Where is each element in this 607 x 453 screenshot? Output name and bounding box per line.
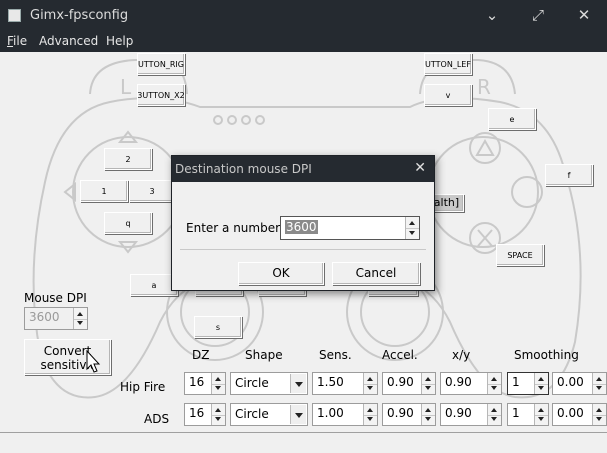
col-accel: Accel. — [382, 348, 418, 362]
hip-smooth1-spinbox[interactable]: 1 — [507, 372, 549, 395]
ads-dz-spinbox[interactable]: 16 — [184, 403, 226, 426]
col-shape: Shape — [245, 348, 283, 362]
dpad-left-button[interactable]: 1 — [80, 180, 128, 202]
dialog-prompt: Enter a number: — [186, 221, 284, 235]
ads-xy-spinbox[interactable]: 0.90 — [440, 403, 502, 426]
status-bar — [0, 432, 607, 453]
triangle-button[interactable]: e — [488, 108, 536, 130]
dpad-down-button[interactable]: q — [104, 212, 152, 234]
menu-bar: File Advanced Help — [0, 31, 607, 52]
chevron-down-icon — [290, 405, 306, 424]
close-icon[interactable]: ✕ — [573, 5, 595, 25]
hip-accel-spinbox[interactable]: 0.90 — [382, 372, 436, 395]
menu-file[interactable]: File — [7, 34, 27, 48]
row-label-hip-fire: Hip Fire — [120, 380, 166, 394]
hip-dz-spinbox[interactable]: 16 — [184, 372, 226, 395]
col-sens: Sens. — [319, 348, 352, 362]
hip-sens-spinbox[interactable]: 1.50 — [312, 372, 378, 395]
col-dz: DZ — [192, 348, 210, 362]
cross-button[interactable]: SPACE — [496, 244, 544, 266]
circle-button[interactable]: f — [545, 164, 593, 186]
col-smoothing: Smoothing — [514, 348, 579, 362]
mouse-dpi-label: Mouse DPI — [24, 291, 87, 305]
dialog-title-bar: Destination mouse DPI ✕ — [172, 156, 434, 182]
hip-shape-select[interactable]: Circle — [230, 372, 308, 395]
window-title: Gimx-fpsconfig — [30, 8, 129, 23]
hip-smooth2-spinbox[interactable]: 0.00 — [552, 372, 607, 395]
ads-sens-spinbox[interactable]: 1.00 — [312, 403, 378, 426]
minimize-icon[interactable]: ⌄ — [481, 5, 503, 25]
r2-button[interactable]: 3UTTON_X2 — [137, 84, 185, 106]
dialog-divider — [180, 249, 426, 250]
svg-text:R: R — [477, 75, 491, 99]
mouse-dpi-spinbox[interactable]: 3600 — [24, 307, 88, 330]
ads-accel-spinbox[interactable]: 0.90 — [382, 403, 436, 426]
mouse-cursor-icon — [86, 350, 101, 373]
r3-button[interactable]: s — [194, 316, 242, 338]
maximize-icon[interactable]: ⤢ — [527, 5, 549, 25]
dialog-number-input[interactable]: 3600 — [280, 216, 420, 240]
l2-button[interactable]: v — [424, 84, 472, 106]
ads-smooth1-spinbox[interactable]: 1 — [507, 403, 549, 426]
menu-advanced[interactable]: Advanced — [39, 34, 98, 48]
app-icon — [8, 9, 21, 22]
svg-text:L: L — [120, 75, 132, 99]
dialog-close-icon[interactable]: ✕ — [414, 160, 426, 176]
destination-dpi-dialog: Destination mouse DPI ✕ Enter a number: … — [171, 155, 435, 291]
r1-button[interactable]: UTTON_RIG — [137, 53, 185, 75]
dpad-up-button[interactable]: 2 — [104, 148, 152, 170]
dpad-right-button[interactable]: 3 — [129, 180, 175, 202]
row-label-ads: ADS — [144, 412, 170, 426]
ads-smooth2-spinbox[interactable]: 0.00 — [552, 403, 607, 426]
hip-xy-spinbox[interactable]: 0.90 — [440, 372, 502, 395]
dialog-title: Destination mouse DPI — [175, 162, 312, 176]
col-xy: x/y — [452, 348, 471, 362]
dialog-ok-button[interactable]: OK — [238, 262, 324, 285]
chevron-down-icon — [290, 374, 306, 393]
menu-help[interactable]: Help — [106, 34, 133, 48]
title-bar: Gimx-fpsconfig ⌄ ⤢ ✕ — [0, 0, 607, 31]
dialog-cancel-button[interactable]: Cancel — [332, 262, 420, 285]
mouse-dpi-value: 3600 — [29, 310, 60, 324]
ads-shape-select[interactable]: Circle — [230, 403, 308, 426]
l1-button[interactable]: UTTON_LEF — [424, 53, 472, 75]
